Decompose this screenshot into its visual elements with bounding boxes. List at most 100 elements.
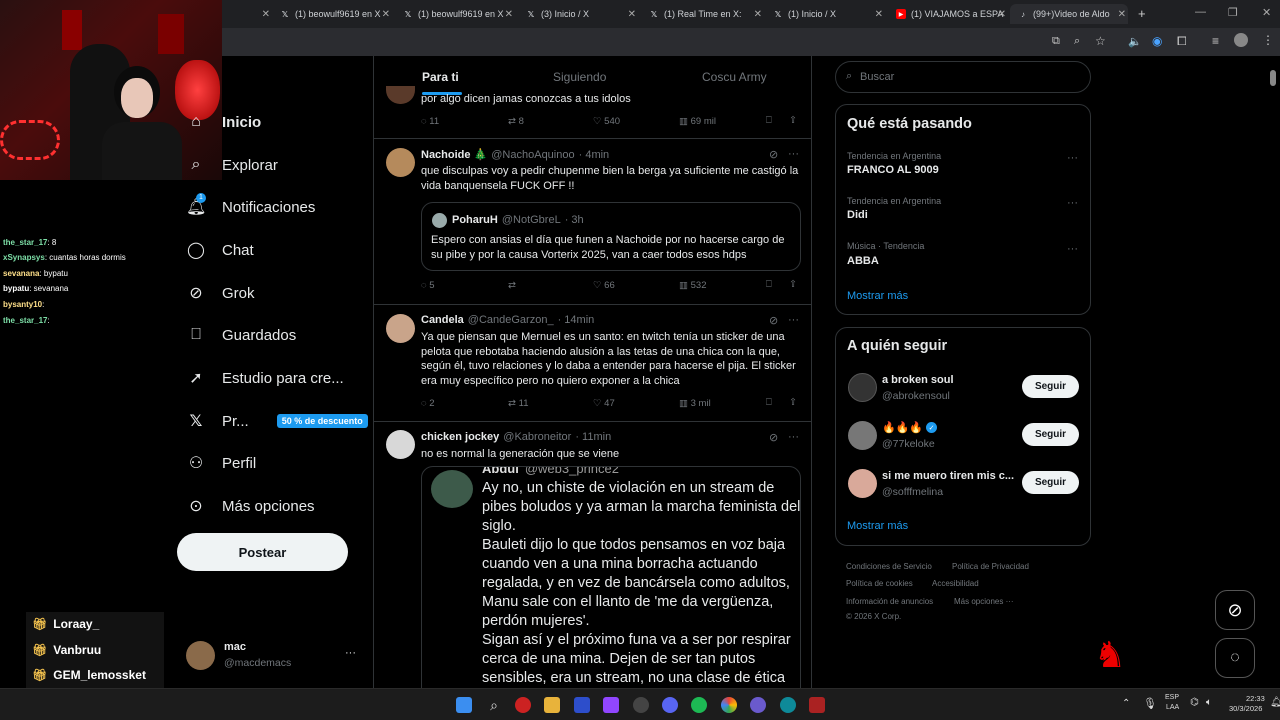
author-handle[interactable]: @Kabroneitor xyxy=(503,431,571,443)
browser-tab[interactable]: ▶ (1) VIAJAMOS a ESPA ✕ xyxy=(888,4,1008,24)
taskbar-search-icon[interactable]: ⌕ xyxy=(486,697,502,713)
nav-grok[interactable]: ⊘ Grok xyxy=(186,278,254,308)
microphone-icon[interactable]: 🎙︎ xyxy=(1143,697,1157,710)
tweet-time[interactable]: · 4min xyxy=(579,149,610,161)
browser-tab-active[interactable]: ♪ (99+)Video de Aldo ✕ xyxy=(1010,4,1128,24)
follow-avatar[interactable] xyxy=(848,421,877,450)
windows-start-icon[interactable] xyxy=(456,697,472,713)
extension-icon[interactable]: ◉ xyxy=(1152,34,1162,48)
nav-creator-studio[interactable]: ➚ Estudio para cre... xyxy=(186,363,343,393)
taskbar-app-icon[interactable] xyxy=(780,697,796,713)
close-tab-icon[interactable]: ✕ xyxy=(754,9,762,20)
account-more-icon[interactable]: ··· xyxy=(345,647,356,659)
close-tab-icon[interactable]: ✕ xyxy=(998,9,1006,20)
reply-button[interactable]: ◌ 2 xyxy=(421,398,435,409)
search-input[interactable]: ⌕ Buscar xyxy=(835,61,1091,93)
nav-notifications[interactable]: 🔔︎ 1 Notificaciones xyxy=(186,192,315,222)
author-name[interactable]: Candela xyxy=(421,314,464,326)
reply-button[interactable]: ◌ 5 xyxy=(421,280,435,291)
follow-name[interactable]: si me muero tiren mis c... xyxy=(882,470,1014,482)
zoom-icon[interactable]: ⌕ xyxy=(1074,35,1080,48)
nav-profile[interactable]: ⚇ Perfil xyxy=(186,448,256,478)
bookmark-icon[interactable]: ⎕ xyxy=(766,115,772,126)
repost-button[interactable]: ⇄ 11 xyxy=(508,398,528,409)
repost-button[interactable]: ⇄ xyxy=(508,280,516,291)
reply-button[interactable]: ◌ 11 xyxy=(421,116,439,127)
trend-more-icon[interactable]: ··· xyxy=(1067,152,1078,164)
taskbar-app-icon[interactable] xyxy=(809,697,825,713)
tweet-time[interactable]: · 14min xyxy=(558,314,595,326)
share-icon[interactable]: ⇪ xyxy=(789,115,797,126)
network-icon[interactable]: ⌬ xyxy=(1190,697,1199,708)
tab-coscu-army[interactable]: Coscu Army xyxy=(702,70,767,84)
bookmark-icon[interactable]: ⎕ xyxy=(766,279,772,290)
grok-icon[interactable]: ⊘ xyxy=(769,431,778,444)
trend-more-icon[interactable]: ··· xyxy=(1067,243,1078,255)
follow-name[interactable]: 🔥🔥🔥 xyxy=(882,421,923,434)
close-tab-icon[interactable]: ✕ xyxy=(505,9,513,20)
profile-avatar[interactable] xyxy=(1234,33,1248,47)
nav-bookmarks[interactable]: ⎕ Guardados xyxy=(186,320,296,350)
browser-tab[interactable]: ✕ xyxy=(222,4,272,24)
nav-more[interactable]: ⊙ Más opciones xyxy=(186,491,314,521)
tweet-avatar[interactable] xyxy=(386,148,415,177)
footer-link[interactable]: Accesibilidad xyxy=(932,579,979,588)
close-window-icon[interactable]: ✕ xyxy=(1262,6,1271,19)
taskbar-app-icon[interactable] xyxy=(750,697,766,713)
browser-tab[interactable]: 𝕏 (1) Inicio / X ✕ xyxy=(765,4,885,24)
bookmark-icon[interactable]: ⎕ xyxy=(766,397,772,408)
author-handle[interactable]: @NachoAquinoo xyxy=(491,149,574,161)
browser-tab[interactable]: 𝕏 (1) beowulf9619 en X ✕ xyxy=(272,4,392,24)
close-tab-icon[interactable]: ✕ xyxy=(262,9,270,20)
tab-following[interactable]: Siguiendo xyxy=(553,70,606,84)
keyboard-layout[interactable]: LAA xyxy=(1166,704,1179,711)
media-icon[interactable]: ≡ xyxy=(1212,34,1219,48)
page-scrollbar[interactable] xyxy=(1270,70,1276,86)
trend-name[interactable]: FRANCO AL 9009 xyxy=(847,164,939,176)
nav-chat[interactable]: ◯ Chat xyxy=(186,235,254,265)
views-button[interactable]: ▥ 3 mil xyxy=(679,398,711,409)
volume-icon[interactable]: 🔈 xyxy=(1128,35,1142,48)
trend-name[interactable]: ABBA xyxy=(847,255,879,267)
taskbar-app-icon[interactable] xyxy=(515,697,531,713)
trend-name[interactable]: Didi xyxy=(847,209,868,221)
grok-icon[interactable]: ⊘ xyxy=(769,148,778,161)
author-name[interactable]: Nachoide 🎄 xyxy=(421,148,487,161)
clock-time[interactable]: 22:33 xyxy=(1246,694,1265,703)
taskbar-app-icon[interactable] xyxy=(574,697,590,713)
volume-icon[interactable]: 🔈︎ xyxy=(1206,697,1212,708)
puzzle-icon[interactable]: ⧠ xyxy=(1177,34,1187,49)
like-button[interactable]: ♡ 540 xyxy=(593,116,620,127)
close-tab-icon[interactable]: ✕ xyxy=(628,9,636,20)
share-icon[interactable]: ⇪ xyxy=(789,279,797,290)
follow-show-more[interactable]: Mostrar más xyxy=(847,520,908,532)
browser-tab[interactable]: 𝕏 (1) Real Time en X: ✕ xyxy=(641,4,764,24)
follow-avatar[interactable] xyxy=(848,373,877,402)
notification-bell-icon[interactable]: 🔔︎ xyxy=(1270,697,1280,708)
like-button[interactable]: ♡ 47 xyxy=(593,398,615,409)
browser-menu-icon[interactable]: ⋮ xyxy=(1262,33,1274,47)
keyboard-lang[interactable]: ESP xyxy=(1165,694,1179,701)
account-handle[interactable]: @macdemacs xyxy=(224,657,291,669)
follow-button[interactable]: Seguir xyxy=(1022,423,1079,446)
views-button[interactable]: ▥ 69 mil xyxy=(679,116,716,127)
nav-home[interactable]: ⌂ Inicio xyxy=(186,107,261,137)
repost-button[interactable]: ⇄ 8 xyxy=(508,116,524,127)
footer-link[interactable]: Condiciones de Servicio xyxy=(846,562,932,571)
twitch-icon[interactable] xyxy=(603,697,619,713)
new-tab-button[interactable]: + xyxy=(1138,6,1146,21)
more-icon[interactable]: ··· xyxy=(788,431,799,443)
author-name[interactable]: chicken jockey xyxy=(421,431,499,443)
close-tab-icon[interactable]: ✕ xyxy=(875,9,883,20)
grok-icon[interactable]: ⊘ xyxy=(769,314,778,327)
file-explorer-icon[interactable] xyxy=(544,697,560,713)
nav-explore[interactable]: ⌕ Explorar xyxy=(186,150,278,180)
spotify-icon[interactable] xyxy=(691,697,707,713)
tweet-time[interactable]: · 11min xyxy=(575,431,611,443)
follow-handle[interactable]: @sofffmelina xyxy=(882,486,943,498)
tweet-avatar[interactable] xyxy=(386,430,415,459)
follow-avatar[interactable] xyxy=(848,469,877,498)
follow-handle[interactable]: @abrokensoul xyxy=(882,390,950,402)
account-avatar[interactable] xyxy=(186,641,215,670)
browser-tab[interactable]: 𝕏 (3) Inicio / X ✕ xyxy=(518,4,638,24)
